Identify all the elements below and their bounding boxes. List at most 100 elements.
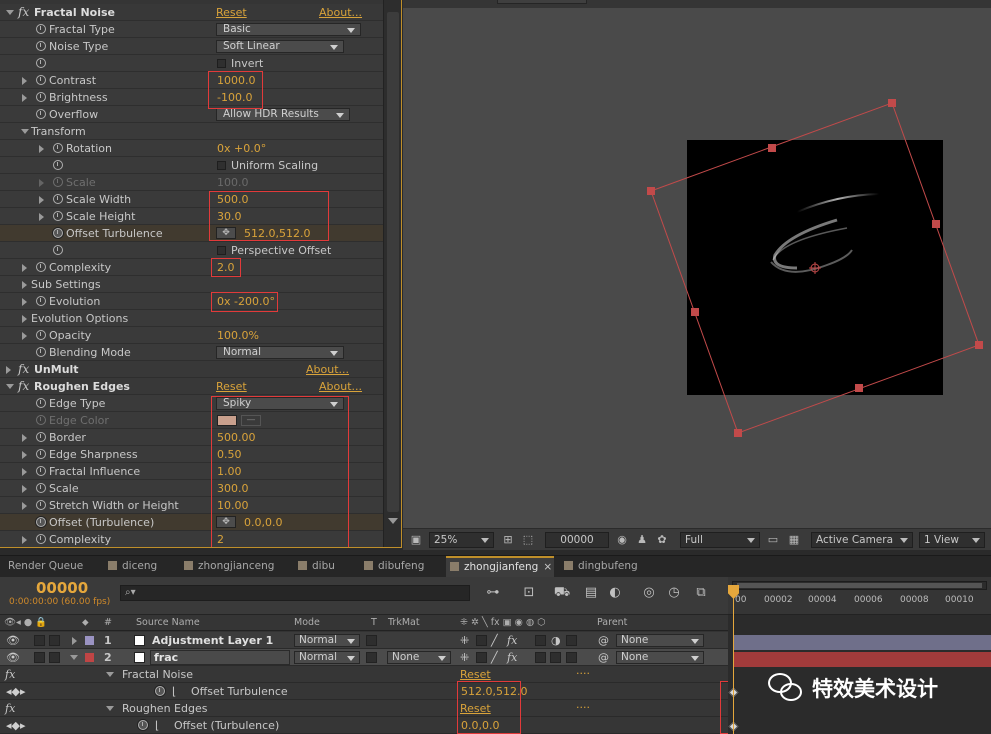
reset-link[interactable]: Reset xyxy=(216,6,247,19)
comp-mini-flowchart-icon[interactable]: ⊶ xyxy=(484,584,502,602)
parent-dropdown[interactable]: None xyxy=(616,651,704,664)
scroll-down-icon[interactable] xyxy=(388,518,398,524)
about-link[interactable]: About... xyxy=(306,363,349,376)
camera-dropdown[interactable]: Active Camera xyxy=(811,532,913,548)
collapse-triangle-icon[interactable] xyxy=(106,672,114,677)
expand-triangle-icon[interactable] xyxy=(22,536,27,544)
solo-switch[interactable] xyxy=(34,652,45,663)
collapse-triangle-icon[interactable] xyxy=(106,706,114,711)
tab-dibufeng[interactable]: dibufeng xyxy=(360,556,440,578)
resolution-dropdown[interactable]: Full xyxy=(680,532,760,548)
group-transform[interactable]: Transform xyxy=(0,123,383,140)
tab-render-queue[interactable]: Render Queue xyxy=(4,556,104,578)
pick-whip-icon[interactable]: @ xyxy=(598,634,609,647)
region-of-interest-icon[interactable]: ▭ xyxy=(766,533,780,547)
mask-visibility-icon[interactable]: ⬚ xyxy=(521,533,535,547)
property-row-offset-turbulence[interactable]: ◂◆▸ ⌊ Offset Turbulence 512.0,512.0 xyxy=(0,683,728,700)
parent-dropdown[interactable]: None xyxy=(616,634,704,647)
stopwatch-icon[interactable] xyxy=(36,109,46,119)
rotation-value[interactable]: 0x +0.0° xyxy=(217,142,266,155)
expand-triangle-icon[interactable] xyxy=(72,637,77,645)
label-color-swatch[interactable] xyxy=(85,653,94,662)
expand-triangle-icon[interactable] xyxy=(22,298,27,306)
crosshair-point-icon[interactable]: ✥ xyxy=(216,516,236,528)
edge-sharpness-value[interactable]: 0.50 xyxy=(217,448,242,461)
fx-icon[interactable]: fx xyxy=(18,362,29,376)
frame-blend-switch[interactable] xyxy=(535,652,546,663)
brainstorm-icon[interactable]: ⧉ xyxy=(692,584,710,602)
stretch-value[interactable]: 10.00 xyxy=(217,499,249,512)
eyedropper-icon[interactable]: — xyxy=(241,415,261,426)
color-swatch[interactable] xyxy=(217,415,237,426)
edge-type-dropdown[interactable]: Spiky xyxy=(216,397,344,410)
layer-row[interactable]: 👁 1 Adjustment Layer 1 Normal ⁜ ╱ fx ◑ @… xyxy=(0,632,728,649)
trkmat-dropdown[interactable]: None xyxy=(387,651,451,664)
adjustment-switch-icon[interactable]: ◑ xyxy=(551,634,561,647)
collapse-switch[interactable] xyxy=(476,635,487,646)
fx-switch-icon[interactable]: fx xyxy=(507,634,517,647)
re-complexity-value[interactable]: 2 xyxy=(217,533,224,546)
grid-icon[interactable]: ⊞ xyxy=(501,533,515,547)
expand-triangle-icon[interactable] xyxy=(39,196,44,204)
transform-handle[interactable] xyxy=(932,220,940,228)
transform-handle[interactable] xyxy=(768,144,776,152)
transform-handle[interactable] xyxy=(647,187,655,195)
tab-zhongjianceng[interactable]: zhongjianceng xyxy=(180,556,290,578)
stopwatch-icon[interactable] xyxy=(36,75,46,85)
scrollbar-thumb[interactable] xyxy=(387,12,399,512)
keyframe-nav-icon[interactable]: ◂◆▸ xyxy=(6,685,26,698)
visibility-eye-icon[interactable]: 👁 xyxy=(6,651,20,664)
effect-header-unmult[interactable]: fx UnMult About... xyxy=(0,361,383,378)
current-time-field[interactable]: 00000 xyxy=(545,532,609,548)
stopwatch-icon[interactable] xyxy=(36,500,46,510)
expand-triangle-icon[interactable] xyxy=(22,502,27,510)
stopwatch-icon[interactable] xyxy=(36,262,46,272)
motion-blur-switch[interactable] xyxy=(550,652,561,663)
reset-link[interactable]: Reset xyxy=(216,380,247,393)
playhead-line[interactable] xyxy=(733,585,734,734)
expand-triangle-icon[interactable] xyxy=(22,77,27,85)
tab-dingbufeng[interactable]: dingbufeng xyxy=(560,556,650,578)
stopwatch-active-icon[interactable] xyxy=(155,686,165,696)
expand-triangle-icon[interactable] xyxy=(6,366,11,374)
layer-duration-bar[interactable] xyxy=(734,652,991,667)
graph-icon[interactable]: ⌊ xyxy=(172,685,176,698)
preserve-transparency-switch[interactable] xyxy=(366,635,377,646)
shy-icon[interactable]: ⁜ xyxy=(460,651,469,664)
solo-switch[interactable] xyxy=(34,635,45,646)
keyframe-nav-icon[interactable]: ◂◆▸ xyxy=(6,719,26,732)
about-link[interactable]: About... xyxy=(319,6,362,19)
about-link[interactable]: About... xyxy=(319,380,362,393)
3d-layer-switch[interactable] xyxy=(566,635,577,646)
scale-height-value[interactable]: 30.0 xyxy=(217,210,242,223)
layer-search-input[interactable]: ⌕▾ xyxy=(120,585,470,601)
perspective-offset-checkbox[interactable] xyxy=(217,246,226,255)
snapshot-icon[interactable]: ◉ xyxy=(615,533,629,547)
graph-editor-icon[interactable]: ◷ xyxy=(665,584,683,602)
fractal-influence-value[interactable]: 1.00 xyxy=(217,465,242,478)
tab-zhongjianfeng[interactable]: zhongjianfeng × xyxy=(446,556,554,578)
offset-turbulence2-value[interactable]: 0.0,0.0 xyxy=(461,719,499,732)
collapse-triangle-icon[interactable] xyxy=(21,129,29,134)
view-layout-dropdown[interactable]: 1 View xyxy=(919,532,985,548)
stopwatch-icon[interactable] xyxy=(36,398,46,408)
noise-type-dropdown[interactable]: Soft Linear xyxy=(216,40,344,53)
stopwatch-icon[interactable] xyxy=(53,160,63,170)
expand-triangle-icon[interactable] xyxy=(22,485,27,493)
stopwatch-icon[interactable] xyxy=(53,194,63,204)
stopwatch-icon[interactable] xyxy=(36,449,46,459)
transform-handle[interactable] xyxy=(888,99,896,107)
preserve-transparency-switch[interactable] xyxy=(366,652,377,663)
collapse-triangle-icon[interactable] xyxy=(6,10,14,15)
evolution-value[interactable]: 0x -200.0° xyxy=(217,295,275,308)
draft-3d-icon[interactable]: ⛟ xyxy=(553,584,571,602)
crosshair-point-icon[interactable]: ✥ xyxy=(216,227,236,239)
transform-handle[interactable] xyxy=(855,384,863,392)
expand-triangle-icon[interactable] xyxy=(22,434,27,442)
collapse-triangle-icon[interactable] xyxy=(6,384,14,389)
blending-mode-dropdown[interactable]: Normal xyxy=(216,346,344,359)
fx-icon[interactable]: fx xyxy=(18,379,29,393)
stopwatch-active-icon[interactable] xyxy=(138,720,148,730)
quality-icon[interactable]: ╱ xyxy=(491,634,498,647)
layer-name-field[interactable]: frac xyxy=(150,650,290,665)
